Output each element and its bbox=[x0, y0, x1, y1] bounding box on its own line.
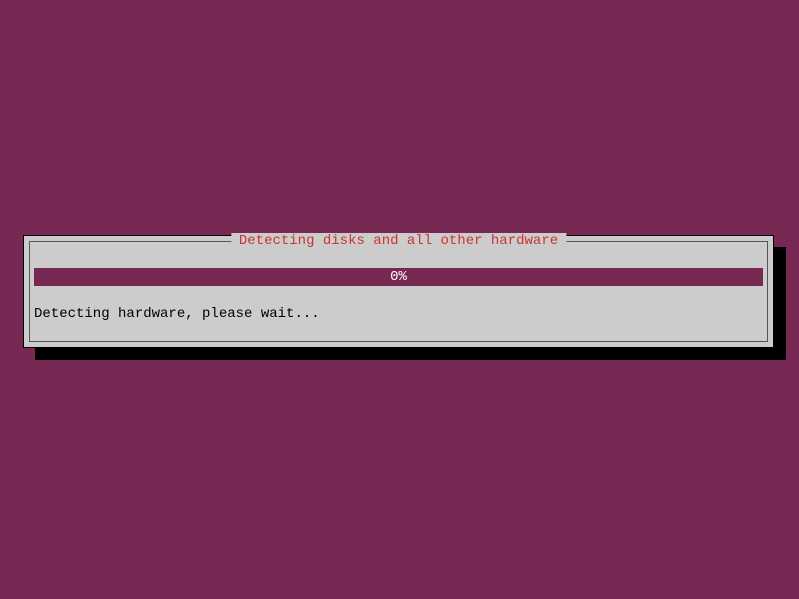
progress-percent: 0% bbox=[390, 269, 407, 285]
status-message: Detecting hardware, please wait... bbox=[34, 306, 320, 322]
installer-dialog: Detecting disks and all other hardware 0… bbox=[23, 235, 774, 348]
progress-bar: 0% bbox=[34, 268, 763, 286]
dialog-title: Detecting disks and all other hardware bbox=[231, 233, 566, 249]
dialog-border: Detecting disks and all other hardware bbox=[29, 241, 768, 342]
